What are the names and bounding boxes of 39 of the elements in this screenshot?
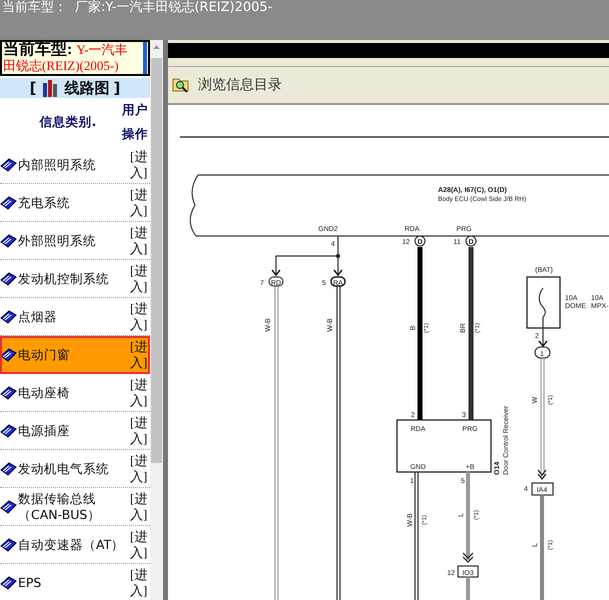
category-name: 数据传输总线（CAN-BUS） (18, 490, 102, 522)
enter-link[interactable]: [进入] (130, 566, 146, 598)
enter-link[interactable]: [进入] (130, 262, 146, 294)
column-header: 信息类别. (38, 114, 98, 130)
folder-magnifier-icon (172, 76, 190, 94)
scrollbar[interactable] (143, 42, 147, 74)
enter-link[interactable]: [进入] (130, 452, 146, 484)
category-name: 充电系统 (18, 194, 70, 210)
enter-link[interactable]: [进入] (130, 414, 146, 446)
category-name: 内部照明系统 (18, 156, 96, 172)
enter-link[interactable]: [进入] (130, 528, 146, 560)
section-title: 线路图 (64, 78, 110, 98)
title-label: 当前车型： (2, 0, 67, 16)
enter-link[interactable]: [进入] (130, 186, 146, 218)
category-name: 发动机电气系统 (18, 460, 109, 476)
column-header: 用户操作 (122, 101, 149, 143)
maker-text: 厂家:Y-一汽丰田锐志(REIZ)2005- (75, 0, 272, 16)
arrow-up-icon[interactable] (153, 45, 160, 49)
toolbar-title: 浏览信息目录 (198, 76, 282, 94)
scrollbar[interactable] (150, 40, 163, 600)
book-icon (0, 348, 17, 362)
category-name: 电动门窗 (18, 346, 70, 362)
category-name: 外部照明系统 (18, 232, 96, 248)
enter-link[interactable]: [进入] (130, 490, 146, 522)
enter-link[interactable]: [进入] (130, 300, 146, 332)
car-model-text: 当前车型: Y-一汽丰田锐志(REIZ)(2005-) (3, 42, 129, 74)
bracket-text: [ (30, 79, 36, 97)
category-name: 电源插座 (18, 422, 70, 438)
bracket-text: ] (114, 79, 120, 97)
category-name: 自动变速器（AT） (18, 536, 124, 552)
enter-link[interactable]: [进入] (130, 376, 146, 408)
category-name: EPS (18, 574, 42, 590)
enter-link[interactable]: [进入] (130, 338, 146, 370)
enter-link[interactable]: [进入] (130, 224, 146, 256)
category-name: 电动座椅 (18, 384, 70, 400)
category-row[interactable]: 电动门窗 [进入] (0, 336, 150, 374)
category-name: 点烟器 (18, 308, 57, 324)
category-name: 发动机控制系统 (18, 270, 109, 286)
enter-link[interactable]: [进入] (130, 148, 146, 180)
